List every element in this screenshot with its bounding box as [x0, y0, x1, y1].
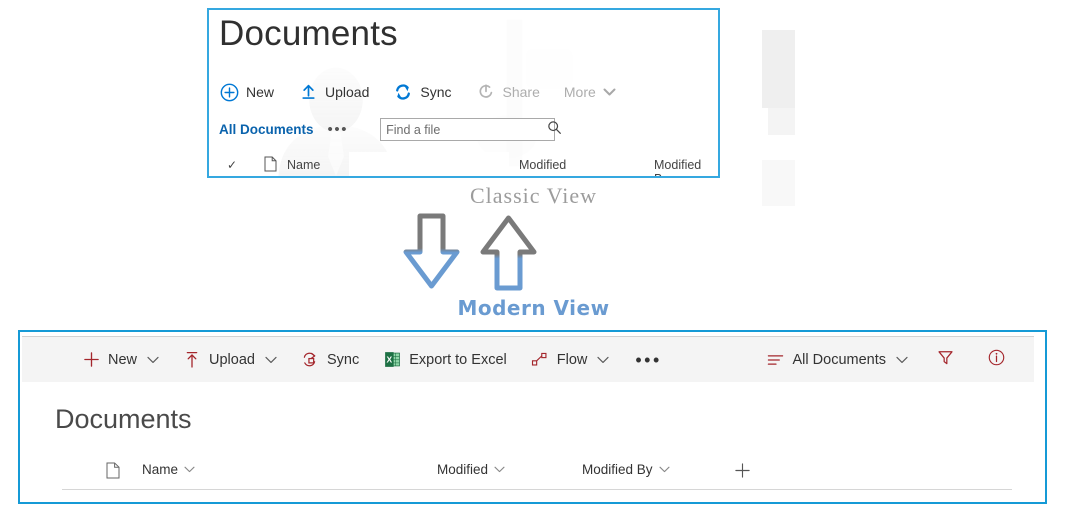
plus-icon — [82, 351, 100, 369]
modern-command-bar: New Upload Sync X Export to Excel Flow •… — [22, 336, 1034, 382]
classic-new-label: New — [246, 84, 275, 100]
modern-overflow-button[interactable]: ••• — [621, 345, 675, 375]
modern-export-label: Export to Excel — [409, 351, 507, 368]
plus-circle-icon — [219, 82, 239, 102]
classic-header-modified[interactable]: Modified — [519, 158, 566, 172]
excel-icon: X — [383, 351, 401, 369]
classic-upload-label: Upload — [325, 84, 370, 100]
modern-flow-button[interactable]: Flow — [519, 345, 622, 375]
redaction-block — [567, 112, 718, 144]
modern-header-modified-label: Modified — [437, 462, 489, 477]
modern-header-modified-by[interactable]: Modified By — [582, 462, 670, 477]
view-transition-arrows — [395, 212, 545, 292]
upload-arrow-icon — [298, 82, 318, 102]
modern-export-to-excel-button[interactable]: X Export to Excel — [371, 345, 519, 375]
classic-sync-label: Sync — [420, 84, 452, 100]
chevron-down-icon — [494, 464, 505, 475]
classic-more-button[interactable]: More — [564, 82, 616, 102]
classic-sync-button[interactable]: Sync — [393, 82, 452, 102]
share-icon — [476, 82, 496, 102]
document-icon — [264, 156, 277, 175]
arrow-up-icon — [480, 215, 537, 291]
classic-share-button[interactable]: Share — [476, 82, 540, 102]
classic-view-overflow-button[interactable]: ••• — [328, 122, 349, 137]
search-input[interactable] — [386, 122, 548, 137]
classic-more-label: More — [563, 84, 596, 100]
modern-view-selector[interactable]: All Documents — [755, 345, 920, 375]
modern-add-column-button[interactable] — [734, 462, 751, 479]
sync-icon — [393, 82, 413, 102]
classic-upload-button[interactable]: Upload — [298, 82, 369, 102]
modern-column-header-row: Name Modified Modified By — [62, 462, 1012, 490]
chevron-down-icon — [184, 464, 195, 475]
modern-view-annotation-label: Modern View — [457, 296, 610, 320]
modern-command-group: New Upload Sync X Export to Excel Flow •… — [22, 345, 676, 375]
classic-command-bar: New Upload Sync Share More — [219, 82, 616, 102]
modern-page-title: Documents — [55, 404, 192, 434]
chevron-down-icon — [603, 82, 616, 102]
chevron-down-icon — [896, 354, 908, 366]
chevron-down-icon — [147, 354, 159, 366]
document-icon — [106, 462, 120, 479]
modern-new-label: New — [108, 351, 138, 368]
select-all-checkmark-icon[interactable]: ✓ — [227, 158, 237, 172]
modern-upload-button[interactable]: Upload — [171, 345, 289, 375]
classic-new-button[interactable]: New — [219, 82, 274, 102]
redaction-block — [349, 152, 509, 176]
modern-info-button[interactable] — [971, 342, 1022, 378]
arrow-down-icon — [403, 213, 460, 289]
screenshot-root: Documents New Upload Sync Share More All… — [0, 0, 1067, 512]
info-circle-icon — [987, 348, 1006, 372]
classic-view-annotation-label: Classic View — [470, 183, 597, 208]
modern-header-modified-by-label: Modified By — [582, 462, 653, 477]
classic-search-box[interactable] — [380, 118, 561, 141]
classic-all-documents-link[interactable]: All Documents — [219, 122, 314, 137]
flow-icon — [531, 351, 549, 369]
modern-sync-button[interactable]: Sync — [289, 345, 371, 375]
classic-view-bar: All Documents ••• — [219, 118, 561, 141]
classic-view-panel: Documents New Upload Sync Share More All… — [207, 8, 720, 178]
chevron-down-icon — [265, 354, 277, 366]
chevron-down-icon — [658, 464, 670, 475]
search-icon[interactable] — [547, 120, 562, 140]
modern-sync-label: Sync — [326, 351, 360, 368]
modern-header-modified[interactable]: Modified — [437, 462, 505, 477]
background-fragment — [762, 30, 795, 108]
modern-flow-label: Flow — [556, 351, 588, 368]
modern-right-command-group: All Documents — [755, 342, 1034, 378]
classic-share-label: Share — [502, 84, 540, 100]
background-fragment — [768, 108, 795, 135]
classic-header-modified-by[interactable]: Modified By — [654, 158, 718, 176]
modern-header-name[interactable]: Name — [142, 462, 195, 477]
sync-icon — [301, 351, 319, 369]
modern-new-button[interactable]: New — [70, 345, 171, 375]
filter-funnel-icon — [936, 348, 955, 372]
chevron-down-icon — [597, 354, 609, 366]
modern-view-selector-label: All Documents — [792, 351, 886, 368]
modern-upload-label: Upload — [209, 351, 255, 368]
upload-arrow-icon — [183, 351, 201, 369]
svg-text:X: X — [386, 355, 392, 365]
modern-header-name-label: Name — [142, 462, 179, 477]
classic-header-name[interactable]: Name — [287, 158, 320, 172]
list-view-icon — [767, 351, 785, 369]
modern-filter-button[interactable] — [920, 342, 971, 378]
classic-page-title: Documents — [219, 14, 398, 53]
